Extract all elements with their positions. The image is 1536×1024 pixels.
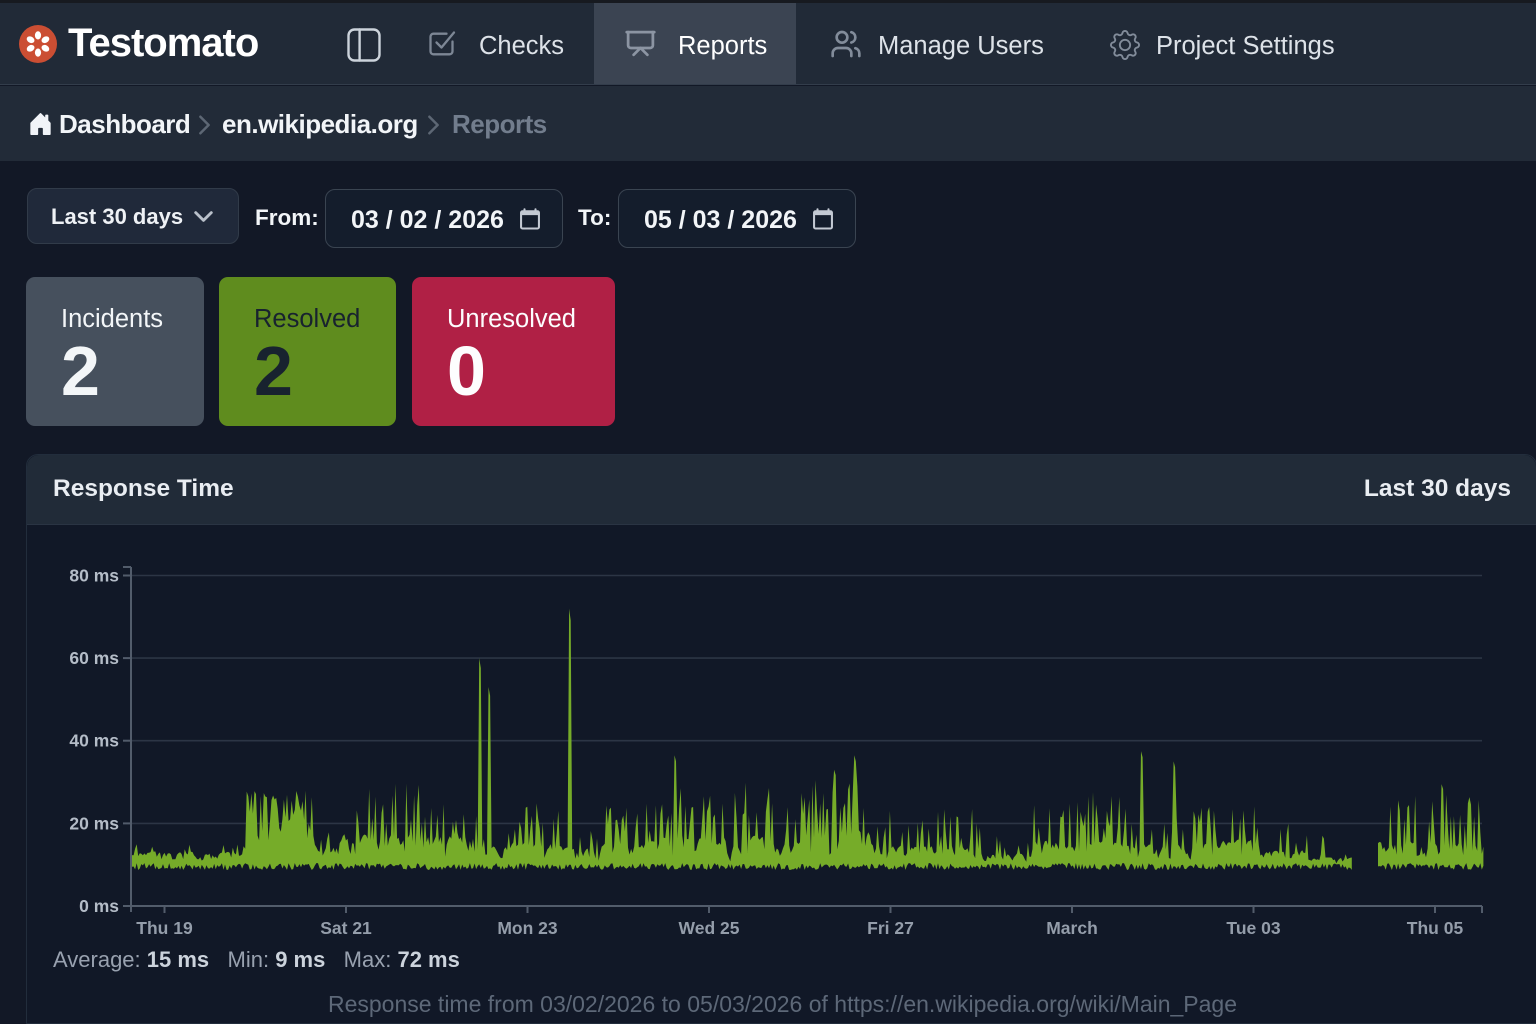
svg-text:Sat 21: Sat 21	[320, 918, 372, 938]
svg-text:40 ms: 40 ms	[69, 731, 119, 751]
svg-text:20 ms: 20 ms	[69, 813, 119, 833]
svg-text:Fri 27: Fri 27	[867, 918, 914, 938]
svg-text:60 ms: 60 ms	[69, 648, 119, 668]
svg-text:80 ms: 80 ms	[69, 566, 119, 586]
svg-text:Tue 03: Tue 03	[1226, 918, 1280, 938]
svg-text:Thu 19: Thu 19	[136, 918, 193, 938]
svg-text:Thu 05: Thu 05	[1407, 918, 1464, 938]
svg-text:0 ms: 0 ms	[79, 896, 119, 916]
svg-text:March: March	[1046, 918, 1098, 938]
svg-text:Wed 25: Wed 25	[679, 918, 740, 938]
svg-text:Mon 23: Mon 23	[497, 918, 558, 938]
